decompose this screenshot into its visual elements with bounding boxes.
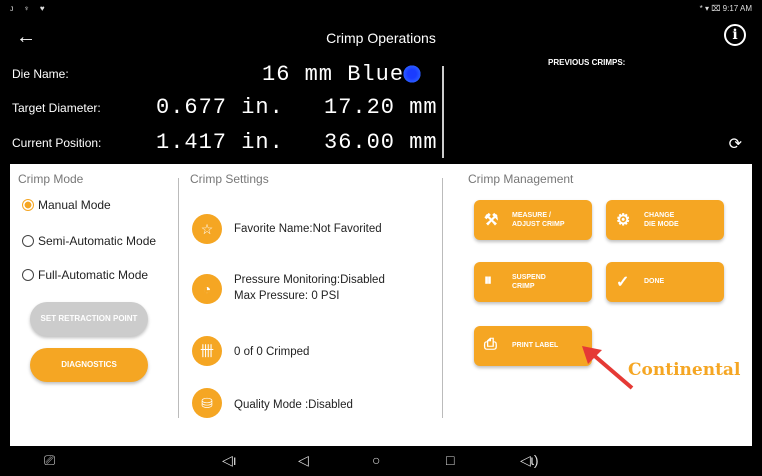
target-diameter-mm: 17.20 mm bbox=[324, 95, 438, 120]
continental-logo: Continental bbox=[628, 360, 741, 380]
radio-label: Full-Automatic Mode bbox=[38, 268, 149, 282]
wrench-icon: ⚒ bbox=[484, 212, 499, 229]
status-bar: ᴊ ♆ ♥ * ▾ ⌧ 9:17 AM bbox=[10, 4, 752, 16]
header-divider bbox=[442, 66, 444, 158]
radio-label: Semi-Automatic Mode bbox=[38, 234, 157, 248]
gear-icon: ⚙ bbox=[616, 212, 631, 229]
printer-icon: ⎙ bbox=[484, 336, 497, 353]
radio-unselected-icon bbox=[22, 269, 34, 281]
app-bar: ← Crimp Operations i bbox=[10, 18, 752, 56]
column-divider bbox=[442, 178, 443, 418]
volume-up-icon[interactable]: ◁ɩ) bbox=[520, 452, 539, 469]
button-label: DONE bbox=[644, 278, 665, 285]
button-label: PRINT LABEL bbox=[512, 342, 559, 349]
radio-semi-automatic-mode[interactable]: Semi-Automatic Mode bbox=[22, 234, 156, 248]
set-retraction-point-button[interactable]: SET RETRACTION POINT bbox=[30, 302, 148, 336]
die-name-value: 16 mm Blue bbox=[262, 62, 405, 87]
previous-crimps-label: PREVIOUS CRIMPS: bbox=[548, 58, 626, 67]
radio-manual-mode[interactable]: Manual Mode bbox=[22, 198, 111, 212]
button-label: MEASURE / ADJUST CRIMP bbox=[512, 212, 565, 228]
screenshot-icon[interactable]: ⎚ bbox=[44, 452, 55, 469]
star-icon: ☆ bbox=[192, 214, 222, 244]
volume-down-icon[interactable]: ◁ı bbox=[222, 452, 237, 469]
back-nav-icon[interactable]: ◁ bbox=[298, 452, 309, 469]
crimp-settings-title: Crimp Settings bbox=[190, 172, 269, 186]
die-name-label: Die Name: bbox=[12, 67, 69, 81]
recents-nav-icon[interactable]: □ bbox=[446, 452, 454, 468]
die-color-icon bbox=[402, 64, 422, 84]
page-title: Crimp Operations bbox=[326, 30, 436, 46]
main-panel: Crimp Mode Manual Mode Semi-Automatic Mo… bbox=[10, 164, 752, 446]
status-icons-left: ᴊ ♆ ♥ bbox=[10, 4, 49, 13]
pause-icon: ⏸ bbox=[484, 272, 493, 289]
radio-label: Manual Mode bbox=[38, 198, 111, 212]
crimp-management-title: Crimp Management bbox=[468, 172, 574, 186]
radio-full-automatic-mode[interactable]: Full-Automatic Mode bbox=[22, 268, 148, 282]
pressure-monitoring-text: Pressure Monitoring:Disabled bbox=[234, 274, 385, 286]
gauge-icon: ◔ bbox=[192, 274, 222, 304]
check-icon: ✓ bbox=[616, 274, 630, 291]
tally-icon: 卌 bbox=[192, 336, 222, 366]
target-diameter-label: Target Diameter: bbox=[12, 101, 101, 115]
android-nav-bar: ⎚ ◁ı ◁ ○ □ ◁ɩ) bbox=[10, 446, 752, 476]
info-icon[interactable]: i bbox=[724, 24, 746, 46]
print-label-button[interactable]: ⎙ PRINT LABEL bbox=[474, 326, 592, 366]
measure-adjust-crimp-button[interactable]: ⚒ MEASURE / ADJUST CRIMP bbox=[474, 200, 592, 240]
button-label: CHANGE DIE MODE bbox=[644, 212, 679, 228]
current-position-label: Current Position: bbox=[12, 136, 102, 150]
suspend-crimp-button[interactable]: ⏸ SUSPEND CRIMP bbox=[474, 262, 592, 302]
status-icons-right: * ▾ ⌧ 9:17 AM bbox=[699, 4, 752, 13]
radio-unselected-icon bbox=[22, 235, 34, 247]
crimp-header: Die Name: 16 mm Blue Target Diameter: 0.… bbox=[10, 56, 752, 164]
change-die-mode-button[interactable]: ⚙ CHANGE DIE MODE bbox=[606, 200, 724, 240]
target-diameter-in: 0.677 in. bbox=[156, 95, 284, 120]
max-pressure-text: Max Pressure: 0 PSI bbox=[234, 290, 340, 302]
tablet-screen: ᴊ ♆ ♥ * ▾ ⌧ 9:17 AM ← Crimp Operations i… bbox=[0, 0, 762, 476]
diagnostics-button[interactable]: DIAGNOSTICS bbox=[30, 348, 148, 382]
current-position-in: 1.417 in. bbox=[156, 130, 284, 155]
radio-selected-icon bbox=[22, 199, 34, 211]
refresh-icon[interactable]: ⟳ bbox=[729, 134, 742, 154]
quality-mode-text: Quality Mode :Disabled bbox=[234, 399, 353, 411]
crimp-mode-title: Crimp Mode bbox=[18, 172, 84, 186]
done-button[interactable]: ✓ DONE bbox=[606, 262, 724, 302]
button-label: SUSPEND CRIMP bbox=[512, 274, 546, 290]
quality-icon: ⛁ bbox=[192, 388, 222, 418]
crimp-count-text: 0 of 0 Crimped bbox=[234, 346, 310, 358]
home-nav-icon[interactable]: ○ bbox=[372, 452, 380, 468]
column-divider bbox=[178, 178, 179, 418]
current-position-mm: 36.00 mm bbox=[324, 130, 438, 155]
favorite-text: Favorite Name:Not Favorited bbox=[234, 223, 382, 235]
